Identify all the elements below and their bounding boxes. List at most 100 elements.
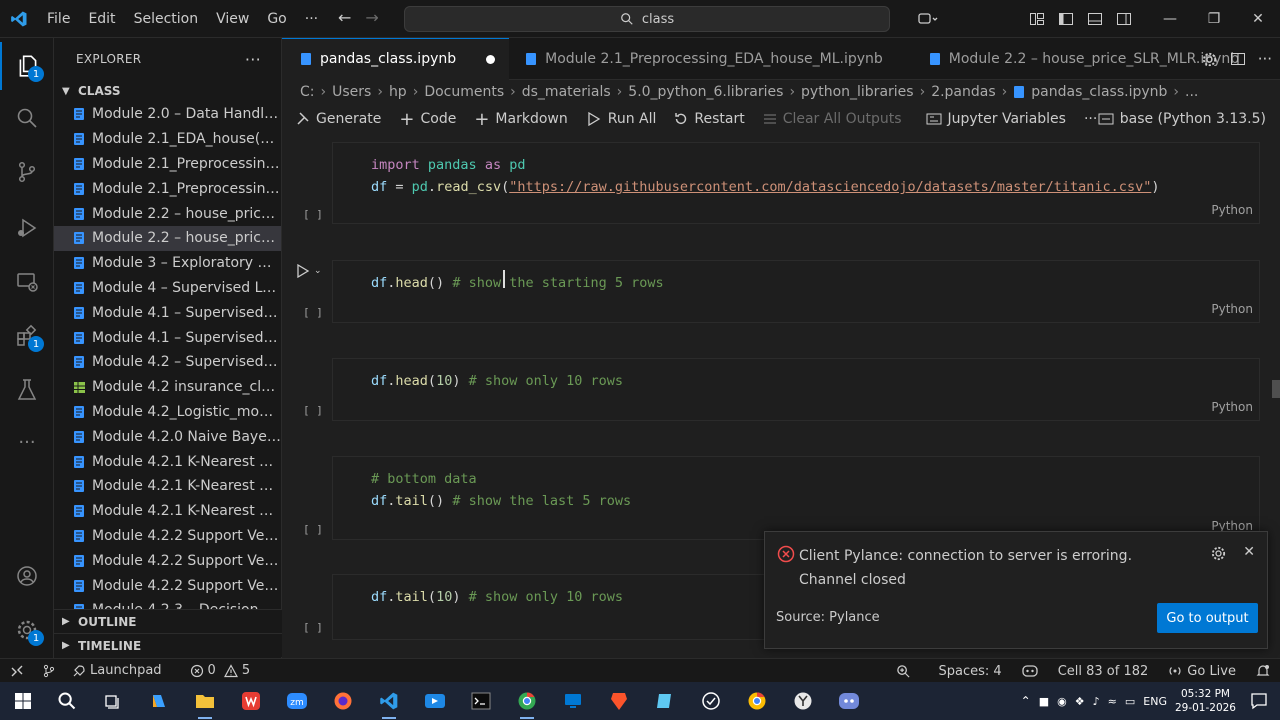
- bluetooth-icon[interactable]: ❖: [1075, 695, 1085, 708]
- volume-icon[interactable]: ♪: [1093, 695, 1100, 708]
- code-link[interactable]: "https://raw.githubusercontent.com/datas…: [509, 179, 1151, 195]
- tab-pandas-class[interactable]: pandas_class.ipynb: [282, 37, 510, 80]
- customize-layout-icon[interactable]: [1022, 0, 1051, 38]
- battery-icon[interactable]: ▭: [1125, 695, 1135, 708]
- file-tree-item[interactable]: Module 3 – Exploratory Dat...: [54, 251, 281, 276]
- file-tree-item[interactable]: Module 2.1_Preprocessing_E...: [54, 176, 281, 201]
- tray-app-icon[interactable]: ◉: [1057, 695, 1067, 708]
- cell-language[interactable]: Python: [1211, 203, 1253, 217]
- indentation-indicator[interactable]: Spaces: 4: [929, 659, 1012, 683]
- code-cell[interactable]: # bottom data df.tail() # show the last …: [332, 456, 1260, 540]
- chevron-down-icon[interactable]: ⌄: [314, 266, 322, 276]
- breadcrumb-item[interactable]: ...: [1185, 84, 1198, 100]
- breadcrumb-item[interactable]: pandas_class.ipynb: [1031, 84, 1167, 100]
- search-activity[interactable]: [0, 94, 54, 142]
- file-tree-item[interactable]: Module 4.1 – Supervised Le...: [54, 325, 281, 350]
- cell-position-indicator[interactable]: Cell 83 of 182: [1048, 659, 1159, 683]
- taskbar-search-icon[interactable]: [52, 686, 82, 716]
- testing-activity[interactable]: [0, 366, 54, 414]
- input-language[interactable]: ENG: [1143, 695, 1167, 708]
- windows-start-icon[interactable]: [8, 686, 38, 716]
- run-debug-activity[interactable]: [0, 204, 54, 252]
- breadcrumb-item[interactable]: ds_materials: [522, 84, 611, 100]
- scrollbar-thumb[interactable]: [1272, 380, 1280, 398]
- breadcrumb-item[interactable]: 5.0_python_6.libraries: [628, 84, 783, 100]
- timeline-section[interactable]: ▶ TIMELINE: [54, 633, 282, 657]
- add-code-button[interactable]: + Code: [399, 109, 456, 130]
- jupyter-variables-button[interactable]: Jupyter Variables: [926, 111, 1066, 127]
- notes-app-icon[interactable]: [650, 686, 680, 716]
- remote-indicator-icon[interactable]: [0, 659, 34, 683]
- back-arrow-icon[interactable]: ←: [338, 8, 351, 27]
- clear-all-outputs-button[interactable]: Clear All Outputs: [763, 111, 902, 127]
- tab-preprocessing[interactable]: Module 2.1_Preprocessing_EDA_house_ML.ip…: [509, 38, 897, 80]
- toggle-primary-sidebar-icon[interactable]: [1051, 0, 1080, 38]
- gear-icon[interactable]: [1210, 545, 1227, 562]
- file-explorer-icon[interactable]: [190, 686, 220, 719]
- wps-office-icon[interactable]: [236, 686, 266, 716]
- generate-button[interactable]: Generate: [296, 111, 381, 127]
- chrome-profile-icon[interactable]: [742, 686, 772, 716]
- problems-indicator[interactable]: 0 5: [182, 659, 259, 683]
- zoom-app-icon[interactable]: zm: [282, 686, 312, 716]
- source-control-status-icon[interactable]: [34, 659, 64, 683]
- breadcrumb-item[interactable]: hp: [389, 84, 407, 100]
- file-tree-item[interactable]: Module 2.2 – house_price_S...: [54, 225, 281, 251]
- file-tree-item[interactable]: Module 4.2.1 K-Nearest Nei...: [54, 449, 281, 474]
- run-all-button[interactable]: Run All: [586, 111, 656, 127]
- remote-desktop-icon[interactable]: [558, 686, 588, 716]
- go-live-button[interactable]: Go Live: [1158, 659, 1246, 683]
- network-adapter-icon[interactable]: ■: [1039, 695, 1049, 708]
- more-actions-icon[interactable]: ···: [1258, 50, 1272, 68]
- vscode-taskbar-icon[interactable]: [374, 686, 404, 719]
- code-cell[interactable]: df.head(10) # show only 10 rows Python: [332, 358, 1260, 421]
- restore-icon[interactable]: ❐: [1192, 0, 1236, 38]
- command-center-search[interactable]: class: [404, 6, 890, 32]
- forward-arrow-icon[interactable]: →: [365, 8, 378, 27]
- file-tree-item[interactable]: Module 4.2.0 Naive Bayes –...: [54, 424, 281, 449]
- breadcrumb-item[interactable]: 2.pandas: [931, 84, 995, 100]
- minimize-icon[interactable]: —: [1148, 0, 1192, 38]
- outline-section[interactable]: ▶ OUTLINE: [54, 609, 282, 633]
- copilot-status-icon[interactable]: [1012, 659, 1048, 683]
- extensions-activity[interactable]: 1: [0, 312, 54, 360]
- menu-edit[interactable]: Edit: [79, 11, 124, 27]
- menu-more[interactable]: ···: [296, 11, 327, 27]
- discord-icon[interactable]: [834, 686, 864, 716]
- file-tree-item[interactable]: Module 4.2.1 K-Nearest Nei...: [54, 499, 281, 524]
- run-cell-button[interactable]: ⌄: [296, 264, 322, 278]
- explorer-activity[interactable]: 1: [0, 42, 54, 90]
- accounts-activity[interactable]: [0, 552, 54, 600]
- more-toolbar-button[interactable]: ···: [1084, 111, 1097, 127]
- github-desktop-icon[interactable]: [696, 686, 726, 716]
- file-tree-item[interactable]: Module 4.2.2 Support Vecto...: [54, 573, 281, 598]
- file-tree-item[interactable]: Module 4.2 – Supervised Le...: [54, 350, 281, 375]
- more-activity[interactable]: ···: [0, 418, 54, 466]
- code-cell[interactable]: df.head() # show the starting 5 rows Pyt…: [332, 260, 1260, 323]
- go-to-output-button[interactable]: Go to output: [1157, 603, 1258, 633]
- file-tree-item[interactable]: Module 4.2.1 K-Nearest Nei...: [54, 474, 281, 499]
- kernel-picker[interactable]: base (Python 3.13.5): [1098, 111, 1266, 127]
- breadcrumb-item[interactable]: Users: [332, 84, 371, 100]
- notification-center-icon[interactable]: [1250, 692, 1268, 714]
- remote-explorer-activity[interactable]: [0, 258, 54, 306]
- file-tree-item[interactable]: Module 2.1_EDA_house(opti...: [54, 127, 281, 152]
- add-markdown-button[interactable]: + Markdown: [474, 109, 567, 130]
- file-tree-item[interactable]: Module 4.2 insurance_claim...: [54, 375, 281, 400]
- menu-file[interactable]: File: [38, 11, 79, 27]
- file-tree-item[interactable]: Module 2.1_Preprocessing_E...: [54, 152, 281, 177]
- code-cell[interactable]: import pandas as pd df = pd.read_csv("ht…: [332, 142, 1260, 224]
- unsaved-dot-icon[interactable]: [486, 54, 496, 64]
- folder-class[interactable]: ▼ CLASS: [54, 80, 281, 102]
- zoom-indicator[interactable]: [886, 659, 921, 683]
- cell-source[interactable]: df.head() # show the starting 5 rows: [333, 261, 1259, 294]
- gear-icon[interactable]: [1201, 51, 1218, 68]
- screen-recorder-icon[interactable]: [420, 686, 450, 716]
- file-tree-item[interactable]: Module 2.0 – Data Handling...: [54, 102, 281, 127]
- manage-activity[interactable]: 1: [0, 606, 54, 654]
- firefox-icon[interactable]: [328, 686, 358, 716]
- cell-source[interactable]: df.head(10) # show only 10 rows: [333, 359, 1259, 392]
- menu-selection[interactable]: Selection: [125, 11, 208, 27]
- split-editor-icon[interactable]: [1230, 51, 1246, 67]
- cell-source[interactable]: # bottom data df.tail() # show the last …: [333, 457, 1259, 512]
